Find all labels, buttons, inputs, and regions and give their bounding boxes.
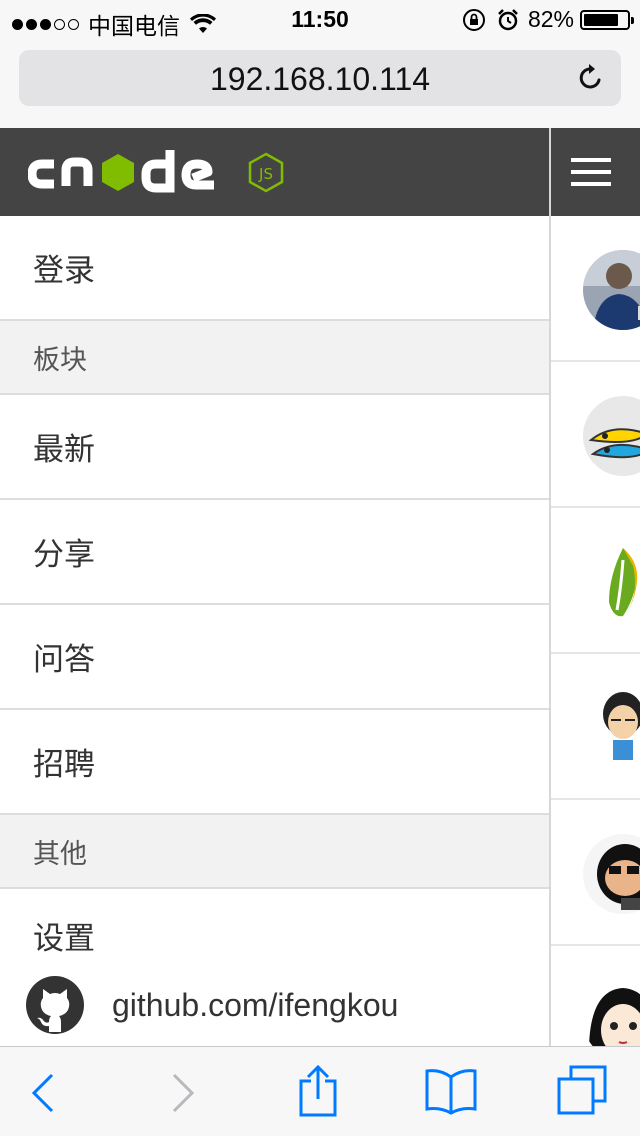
- menu-item-login[interactable]: 登录: [0, 216, 550, 321]
- svg-text:JS: JS: [258, 165, 273, 183]
- tabs-icon[interactable]: [557, 1065, 609, 1117]
- bookmarks-icon[interactable]: [424, 1067, 478, 1115]
- reload-icon[interactable]: [575, 62, 607, 94]
- topic-row[interactable]: [551, 362, 640, 508]
- cnodejs-logo[interactable]: JS: [28, 148, 290, 200]
- github-link[interactable]: github.com/ifengkou: [26, 976, 398, 1034]
- menu-item-share[interactable]: 分享: [0, 500, 550, 605]
- menu-header-other: 其他: [0, 815, 550, 889]
- github-icon: [26, 976, 84, 1034]
- share-icon[interactable]: [298, 1063, 338, 1119]
- menu-item-label: 登录: [33, 253, 95, 288]
- user-avatar[interactable]: [583, 250, 640, 330]
- menu-item-label: 设置: [33, 920, 95, 956]
- user-avatar[interactable]: [583, 684, 640, 764]
- battery-percent: 82%: [527, 6, 574, 32]
- menu-header-label: 板块: [33, 344, 87, 375]
- orientation-lock-icon: [462, 8, 485, 31]
- topic-list-peek: [549, 128, 640, 1060]
- battery-icon: [580, 9, 634, 30]
- top-header-bar: [551, 128, 640, 216]
- menu-item-label: 招聘: [33, 747, 95, 782]
- back-chevron-icon[interactable]: [30, 1073, 56, 1113]
- screen: 中国电信 11:50 82% 192.168.10.114 JS 登录 板块 最…: [0, 0, 640, 1136]
- github-link-text[interactable]: github.com/ifengkou: [112, 987, 398, 1024]
- menu-list: 登录 板块 最新 分享 问答 招聘 其他 设置: [0, 216, 550, 981]
- browser-address-area: 192.168.10.114: [0, 40, 640, 128]
- browser-toolbar: [0, 1046, 640, 1136]
- menu-header-label: 其他: [33, 838, 87, 869]
- menu-item-label: 最新: [33, 432, 95, 467]
- menu-logo-bar: JS: [0, 128, 550, 216]
- topic-row[interactable]: [551, 800, 640, 946]
- menu-item-label: 分享: [33, 537, 95, 572]
- user-avatar[interactable]: [583, 396, 640, 476]
- user-avatar[interactable]: [583, 834, 640, 914]
- user-avatar[interactable]: [583, 542, 640, 622]
- menu-item-settings[interactable]: 设置: [0, 889, 550, 981]
- menu-header-boards: 板块: [0, 321, 550, 395]
- address-text[interactable]: 192.168.10.114: [19, 61, 621, 98]
- alarm-icon: [498, 8, 518, 30]
- topic-row[interactable]: [551, 216, 640, 362]
- status-bar: 中国电信 11:50 82%: [0, 0, 640, 40]
- topic-row[interactable]: [551, 508, 640, 654]
- topic-row[interactable]: [551, 654, 640, 800]
- menu-item-jobs[interactable]: 招聘: [0, 710, 550, 815]
- side-menu: JS 登录 板块 最新 分享 问答 招聘 其他 设置 github.com/if…: [0, 128, 550, 1046]
- menu-item-qa[interactable]: 问答: [0, 605, 550, 710]
- status-right: 82%: [462, 6, 634, 33]
- forward-chevron-icon[interactable]: [170, 1073, 196, 1113]
- menu-item-label: 问答: [33, 642, 95, 677]
- hamburger-icon[interactable]: [571, 158, 611, 186]
- address-bar[interactable]: 192.168.10.114: [19, 50, 621, 106]
- battery-level: [584, 13, 619, 26]
- menu-item-latest[interactable]: 最新: [0, 395, 550, 500]
